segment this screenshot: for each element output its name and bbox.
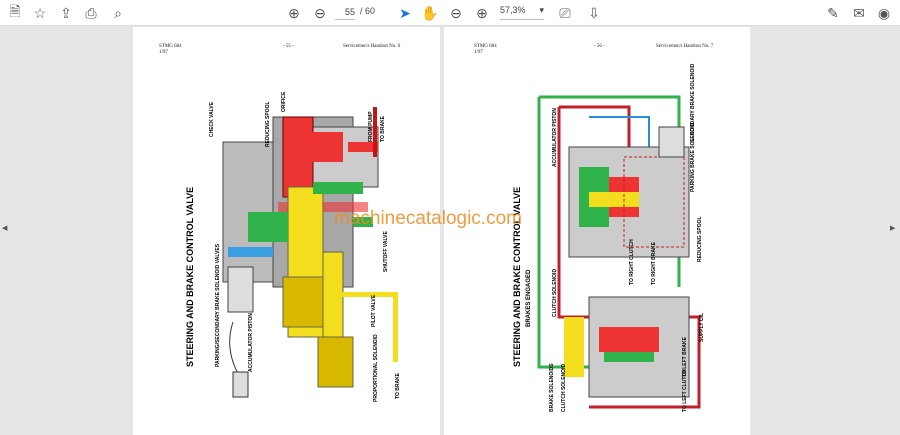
right-page-number: - 56 - (594, 44, 605, 49)
label-to-right-brake: TO RIGHT BRAKE (651, 242, 657, 285)
zoom-out-icon[interactable]: ⊖ (447, 4, 465, 22)
doc-date: 1/97 (474, 50, 483, 55)
label-accumulator-piston: ACCUMULATOR PISTON (552, 108, 558, 167)
prev-page-icon[interactable]: ⊕ (285, 4, 303, 22)
toolbar: 🗎 ☆ ⇪ ⎙ ⌕ ⊕ ⊖ / 60 ➤ ✋ ⊖ ⊕ 57,3%▾ ⎚ ⇩ ✎ … (0, 0, 900, 26)
save-icon[interactable]: 🗎 (6, 3, 24, 22)
label-proportional-solenoid: PROPORTIONAL SOLENOID (373, 334, 379, 402)
label-from-pump: FROM PUMP (368, 111, 374, 142)
scroll-mode-icon[interactable]: ⇩ (585, 4, 603, 22)
bookmark-star-icon[interactable]: ☆ (31, 4, 49, 22)
zoom-value: 57,3% (500, 5, 526, 15)
label-orifice: ORIFICE (281, 91, 287, 112)
zoom-in-icon[interactable]: ⊕ (473, 4, 491, 22)
label-brake-solenoids: BRAKE SOLENOIDS (549, 363, 555, 412)
left-valve-diagram (222, 107, 398, 398)
right-page-subtitle: BRAKES ENGAGED (526, 269, 532, 327)
label-reducing-spool: REDUCING SPOOL (697, 216, 703, 262)
page-number-input[interactable] (335, 5, 355, 20)
zoom-select[interactable]: 57,3% ▾ (500, 5, 544, 20)
prev-page-arrow[interactable]: ◀ (2, 224, 7, 232)
left-page-handout: Servicemen's Handout No. 6 (343, 44, 401, 49)
right-page: STMG 684 1/97 - 56 - Servicemen's Handout… (444, 27, 750, 435)
print-icon[interactable]: ⎙ (82, 4, 100, 22)
label-to-brake-2: TO BRAKE (395, 372, 401, 399)
label-solenoid-valves: PARKING/SECONDARY BRAKE SOLENOID VALVES (215, 243, 221, 367)
left-page: STMG 684 1/97 - 55 - Servicemen's Handout… (133, 27, 440, 435)
right-page-handout: Servicemen's Handout No. 7 (656, 44, 714, 49)
select-cursor-icon[interactable]: ➤ (396, 4, 414, 22)
right-page-docid: STMG 684 1/97 (474, 44, 497, 56)
label-to-brake: TO BRAKE (380, 115, 386, 142)
account-icon[interactable]: ◉ (875, 4, 893, 22)
label-shutoff-valve: SHUTOFF VALVE (383, 231, 389, 272)
label-to-left-clutch: TO LEFT CLUTCH (682, 369, 688, 412)
vertical-scrollbar[interactable] (884, 30, 892, 430)
chevron-down-icon: ▾ (539, 5, 544, 15)
next-page-icon[interactable]: ⊖ (311, 4, 329, 22)
label-parking-brake-solenoid: PARKING BRAKE SOLENOID (690, 122, 696, 192)
label-to-right-clutch: TO RIGHT CLUTCH (629, 239, 635, 285)
total-pages: / 60 (360, 6, 376, 16)
label-check-valve: CHECK VALVE (209, 101, 215, 137)
label-clutch-solenoid: CLUTCH SOLENOID (552, 268, 558, 317)
sign-icon[interactable]: ✎ (824, 4, 842, 22)
watermark: machinecatalogic.com (334, 208, 522, 229)
hand-icon[interactable]: ✋ (421, 4, 439, 22)
fit-page-icon[interactable]: ⎚ (556, 4, 574, 22)
label-supply-oil: SUPPLY OIL (699, 312, 705, 342)
left-page-number: - 55 - (283, 44, 294, 49)
label-accumulator-piston: ACCUMULATOR PISTON (248, 313, 254, 372)
find-icon[interactable]: ⌕ (109, 4, 127, 22)
left-page-docid: STMG 684 1/97 (159, 44, 182, 56)
label-reducing-spool: REDUCING SPOOL (265, 101, 271, 147)
label-clutch-solenoid-2: CLUTCH SOLENOID (561, 363, 567, 412)
upload-icon[interactable]: ⇪ (57, 4, 75, 22)
left-page-title: STEERING AND BRAKE CONTROL VALVE (185, 186, 195, 367)
label-pilot-valve: PILOT VALVE (371, 294, 377, 327)
doc-date: 1/97 (159, 50, 168, 55)
mail-icon[interactable]: ✉ (850, 4, 868, 22)
